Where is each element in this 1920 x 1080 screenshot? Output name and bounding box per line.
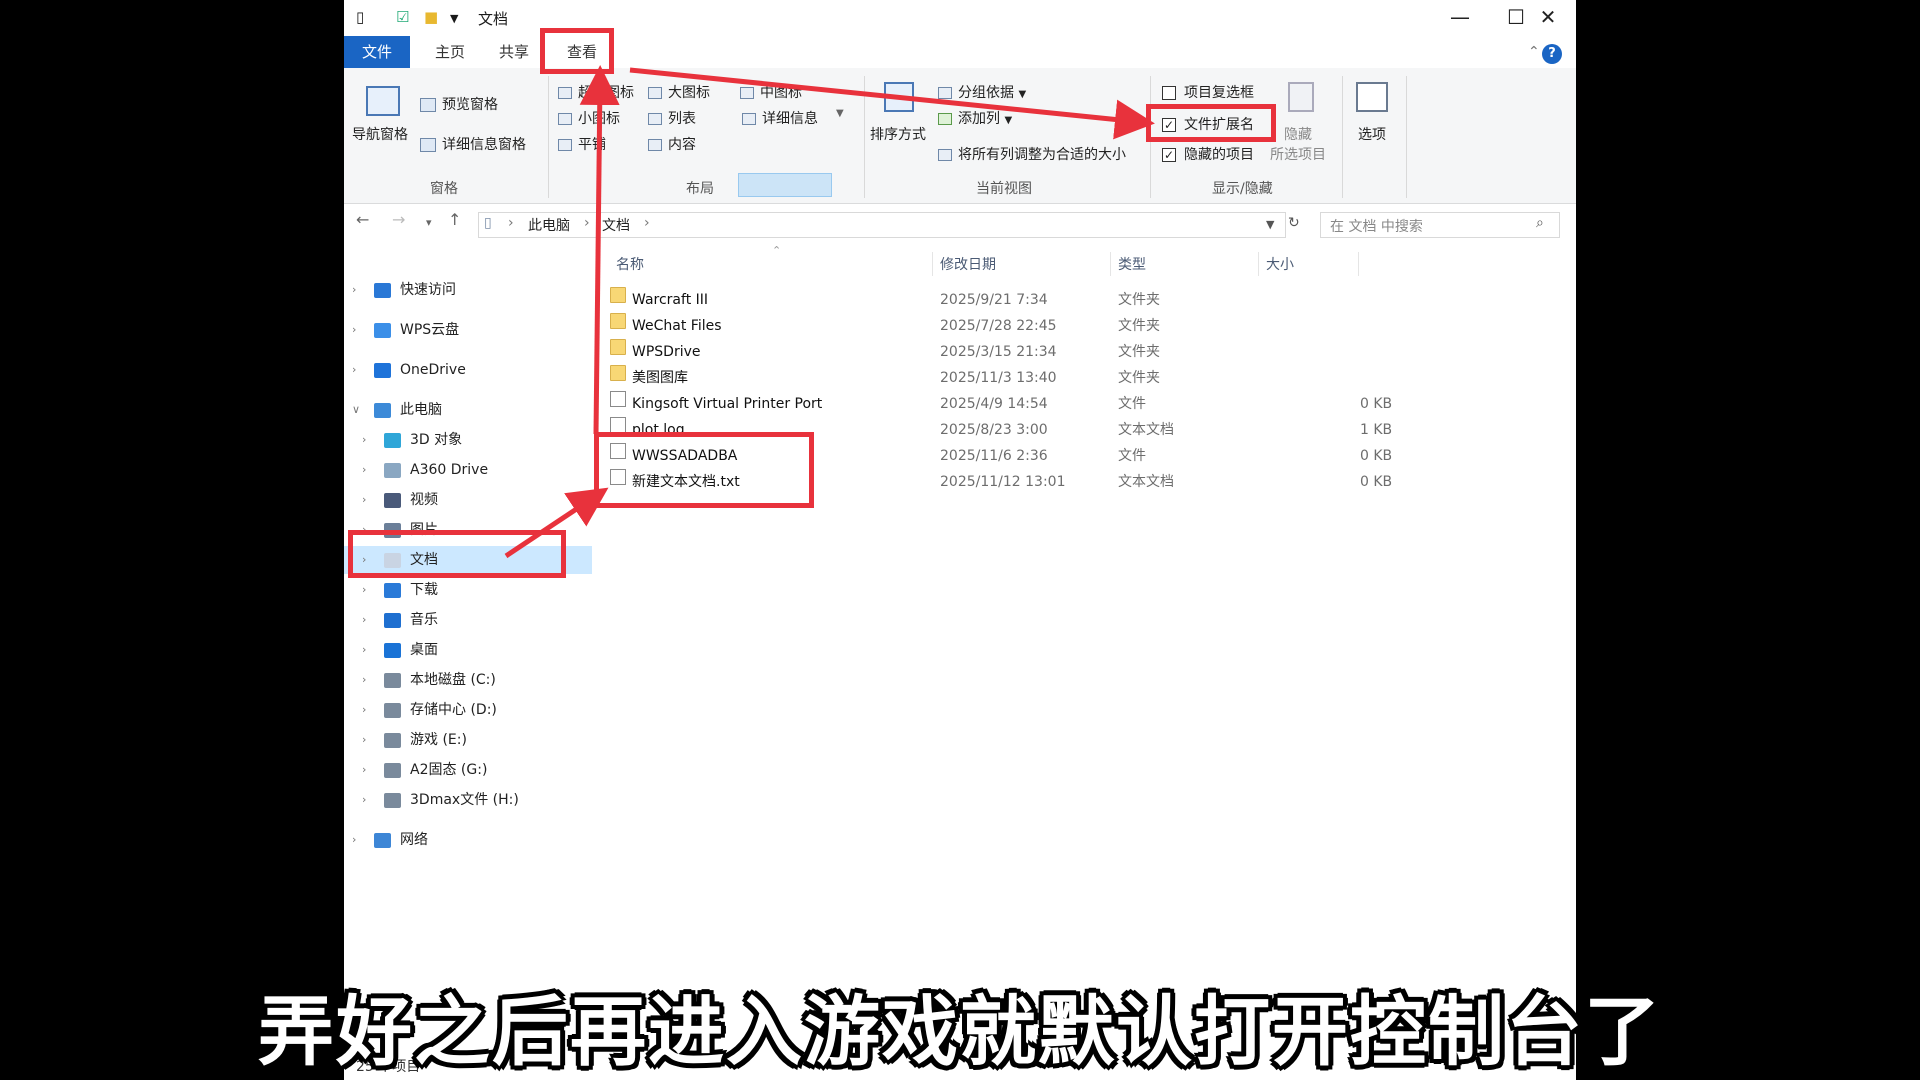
- arrow-to-view-tab: [579, 65, 620, 435]
- annotation-arrows: [504, 65, 1155, 559]
- video-subtitle: 弄好之后再进入游戏就默认打开控制台了: [258, 987, 1662, 1076]
- arrow-to-file-extensions: [629, 67, 1155, 140]
- arrow-to-files: [504, 487, 609, 559]
